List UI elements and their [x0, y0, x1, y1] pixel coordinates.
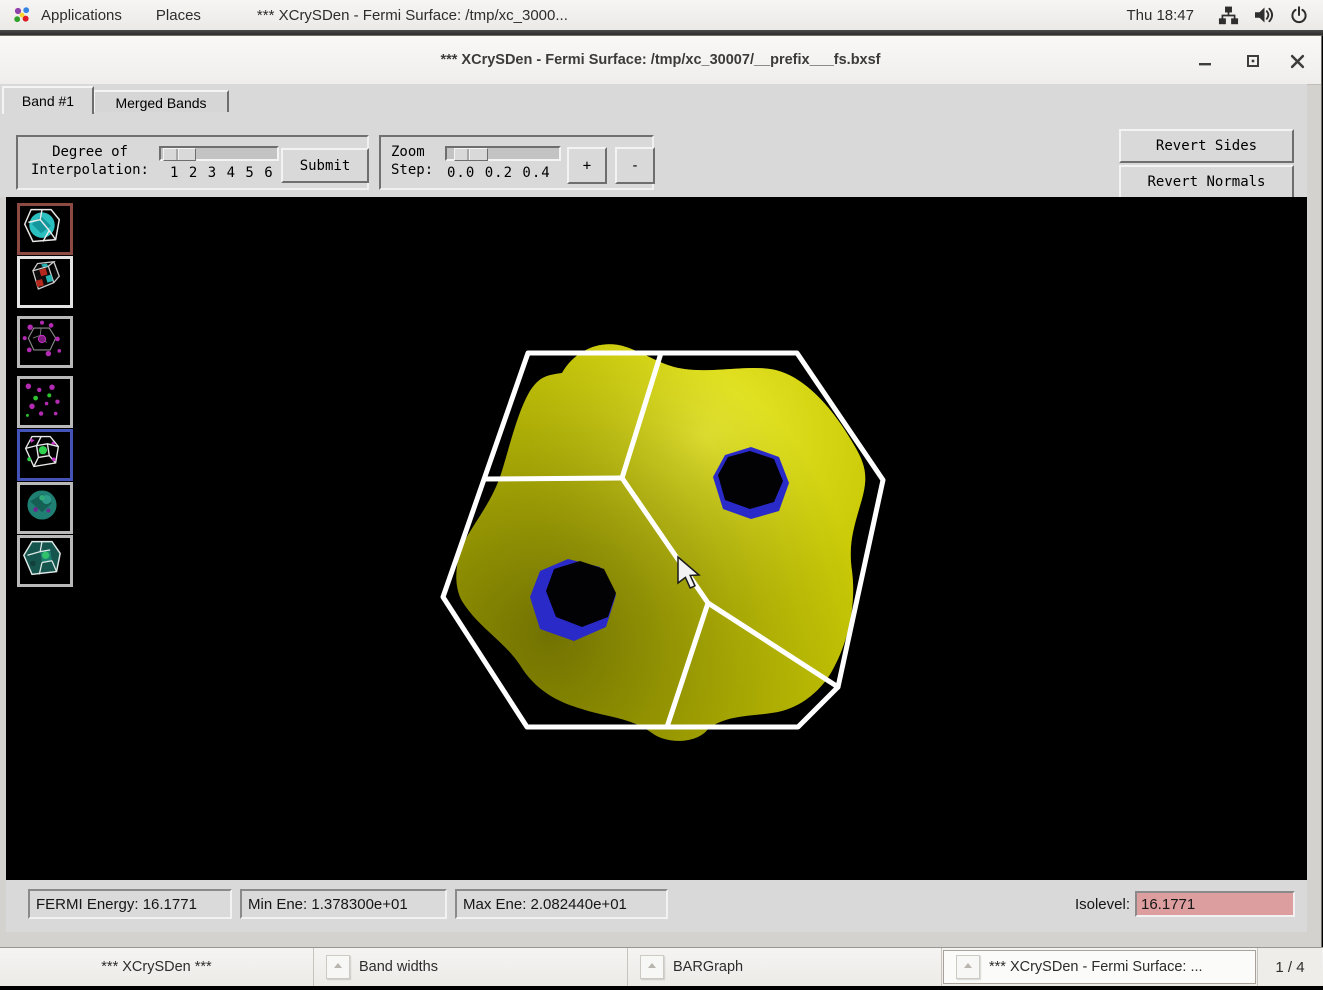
zoom-step-ticks: 0.0 0.2 0.4	[447, 165, 551, 181]
window-icon	[956, 955, 980, 979]
zoom-step-label: Zoom Step:	[391, 143, 443, 179]
power-icon[interactable]	[1289, 5, 1309, 25]
zoom-out-button[interactable]: -	[615, 147, 655, 184]
interpolation-slider-handle[interactable]	[163, 148, 196, 161]
interpolation-ticks: 1 2 3 4 5 6	[170, 165, 274, 181]
isolevel-label: Isolevel:	[1075, 896, 1130, 913]
zoom-in-button[interactable]: +	[567, 147, 607, 184]
maximize-button[interactable]	[1244, 52, 1262, 70]
revert-sides-button[interactable]: Revert Sides	[1119, 129, 1294, 163]
places-menu[interactable]: Places	[146, 0, 211, 30]
maximize-icon	[1246, 54, 1260, 68]
interpolation-label: Degree of Interpolation:	[24, 143, 156, 179]
applications-label: Applications	[41, 7, 122, 24]
min-energy-readout: Min Ene: 1.378300e+01	[240, 889, 447, 919]
minimize-icon	[1198, 54, 1212, 68]
zoom-step-slider[interactable]	[445, 146, 561, 161]
isolevel-input[interactable]	[1135, 891, 1295, 917]
network-icon[interactable]	[1218, 5, 1239, 26]
close-button[interactable]	[1288, 52, 1306, 70]
status-bar: FERMI Energy: 16.1771 Min Ene: 1.378300e…	[6, 880, 1307, 932]
surface-hole-upper-right	[713, 447, 789, 519]
applications-menu[interactable]: Applications	[0, 0, 132, 30]
max-energy-readout: Max Ene: 2.082440e+01	[455, 889, 668, 919]
applications-logo-icon	[12, 5, 32, 25]
window-title: *** XCrySDen - Fermi Surface: /tmp/xc_30…	[0, 36, 1321, 84]
task-fermi-surface-active[interactable]: *** XCrySDen - Fermi Surface: ...	[943, 950, 1256, 984]
isolevel-group: Isolevel:	[1075, 889, 1295, 919]
volume-icon[interactable]	[1253, 5, 1275, 25]
clock[interactable]: Thu 18:47	[1116, 0, 1204, 30]
screen: Applications Places *** XCrySDen - Fermi…	[0, 0, 1323, 990]
panel-active-window-item[interactable]: *** XCrySDen - Fermi Surface: /tmp/xc_30…	[247, 0, 578, 30]
zoom-group: Zoom Step: 0.0 0.2 0.4 + -	[379, 135, 654, 190]
interpolation-group: Degree of Interpolation: 1 2 3 4 5 6 Sub…	[16, 135, 369, 190]
fermi-energy-readout: FERMI Energy: 16.1771	[28, 889, 232, 919]
render-canvas[interactable]	[6, 197, 1307, 880]
tab-band-1[interactable]: Band #1	[2, 86, 94, 114]
screen-bottom-edge	[0, 986, 1323, 990]
workspace-pager[interactable]: 1 / 4	[1257, 948, 1322, 986]
window-icon	[326, 955, 350, 979]
task-band-widths[interactable]: Band widths	[314, 948, 628, 986]
minimize-button[interactable]	[1196, 52, 1214, 70]
xcrysden-fermi-window: *** XCrySDen - Fermi Surface: /tmp/xc_30…	[0, 36, 1321, 947]
close-icon	[1290, 54, 1305, 69]
places-label: Places	[156, 7, 201, 24]
band-tabbar: Band #1 Merged Bands	[0, 84, 1307, 112]
revert-normals-button[interactable]: Revert Normals	[1119, 165, 1294, 199]
fermi-surface	[456, 344, 865, 741]
zoom-step-slider-handle[interactable]	[454, 148, 488, 161]
window-icon	[640, 955, 664, 979]
task-bargraph[interactable]: BARGraph	[628, 948, 942, 986]
task-xcrysden-main[interactable]: *** XCrySDen ***	[0, 948, 314, 986]
submit-button[interactable]: Submit	[281, 148, 369, 183]
desktop-top-panel: Applications Places *** XCrySDen - Fermi…	[0, 0, 1323, 31]
window-titlebar[interactable]: *** XCrySDen - Fermi Surface: /tmp/xc_30…	[0, 36, 1321, 85]
tab-merged-bands[interactable]: Merged Bands	[93, 90, 229, 114]
control-bar: Degree of Interpolation: 1 2 3 4 5 6 Sub…	[0, 112, 1307, 197]
taskbar: *** XCrySDen *** Band widths BARGraph **…	[0, 947, 1323, 986]
interpolation-slider[interactable]	[159, 146, 279, 161]
fermi-surface-viewport[interactable]	[6, 197, 1307, 880]
